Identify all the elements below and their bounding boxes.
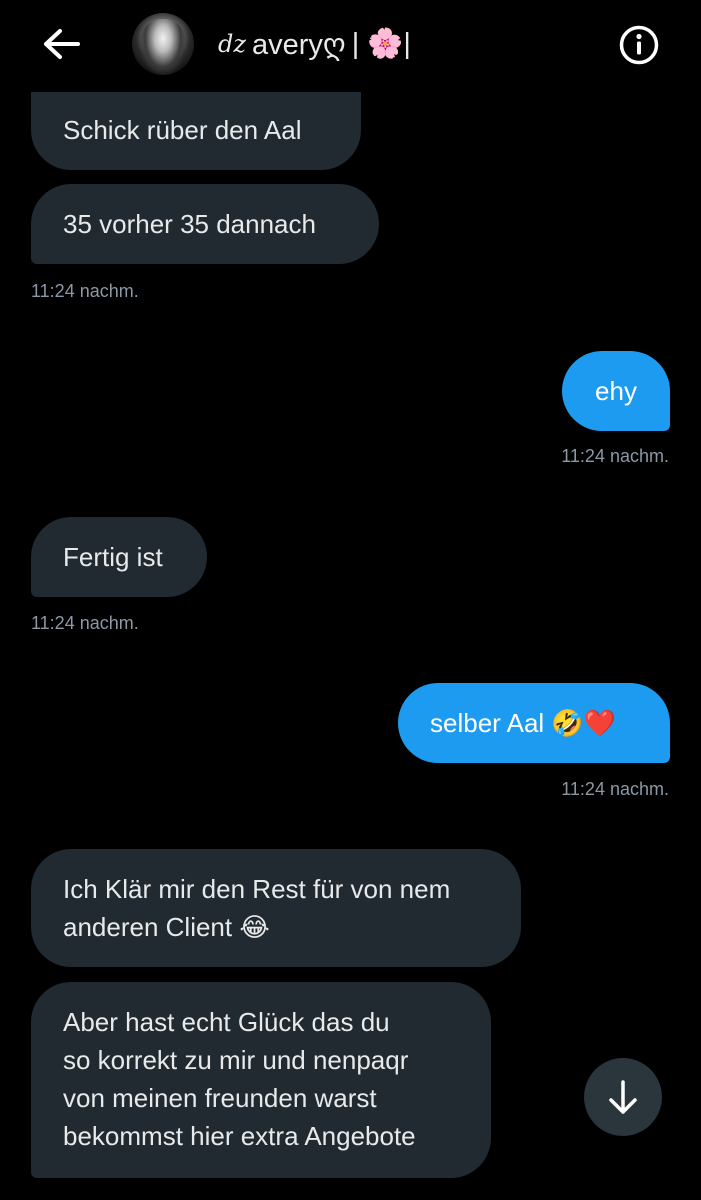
scroll-to-bottom-button[interactable]: [584, 1058, 662, 1136]
message-timestamp: 11:24 nachm.: [561, 446, 669, 466]
message-received[interactable]: Ich Klär mir den Rest für von nem andere…: [31, 849, 521, 967]
message-text: 35 vorher 35 dannach: [63, 209, 316, 239]
message-text: ehy: [595, 376, 637, 406]
title-prefix: dz: [218, 30, 247, 58]
back-button[interactable]: [38, 22, 86, 66]
message-received[interactable]: 35 vorher 35 dannach: [31, 184, 379, 264]
emoji-tears-of-joy-icon: 😂: [239, 911, 270, 942]
message-line-with-emoji: anderen Client 😂: [63, 908, 489, 946]
avatar-image: [140, 19, 186, 75]
message-line: Aber hast echt Glück das du: [63, 1007, 390, 1037]
message-received[interactable]: Fertig ist: [31, 517, 207, 597]
title-name: averyღ: [252, 28, 346, 61]
message-sent[interactable]: selber Aal 🤣❤️: [398, 683, 670, 763]
message-text: Fertig ist: [63, 542, 163, 572]
message-timestamp: 11:24 nachm.: [31, 281, 139, 301]
message-line: Ich Klär mir den Rest für von nem: [63, 874, 451, 904]
message-line: von meinen freunden warst: [63, 1083, 377, 1113]
message-text: Schick rüber den Aal: [63, 115, 302, 145]
message-sent[interactable]: ehy: [562, 351, 670, 431]
message-text: selber Aal: [430, 708, 545, 738]
avatar[interactable]: [132, 13, 194, 75]
conversation-title[interactable]: dz averyღ | 🌸|: [218, 24, 411, 64]
message-timestamp: 11:24 nachm.: [561, 779, 669, 799]
message-line: so korrekt zu mir und nenpaqr: [63, 1045, 409, 1075]
arrow-left-icon: [44, 29, 80, 59]
info-circle-icon: [619, 25, 659, 65]
message-received[interactable]: Schick rüber den Aal: [31, 90, 361, 170]
message-line: anderen Client: [63, 912, 233, 942]
arrow-down-icon: [609, 1080, 637, 1114]
message-line: bekommst hier extra Angebote: [63, 1121, 416, 1151]
message-timestamp: 11:24 nachm.: [31, 613, 139, 633]
message-received[interactable]: Aber hast echt Glück das du so korrekt z…: [31, 982, 491, 1178]
title-suffix: | 🌸|: [351, 28, 411, 60]
emoji-laughing-heart-icon: 🤣❤️: [551, 707, 617, 738]
conversation-header: dz averyღ | 🌸|: [0, 0, 701, 92]
info-button[interactable]: [618, 24, 660, 66]
